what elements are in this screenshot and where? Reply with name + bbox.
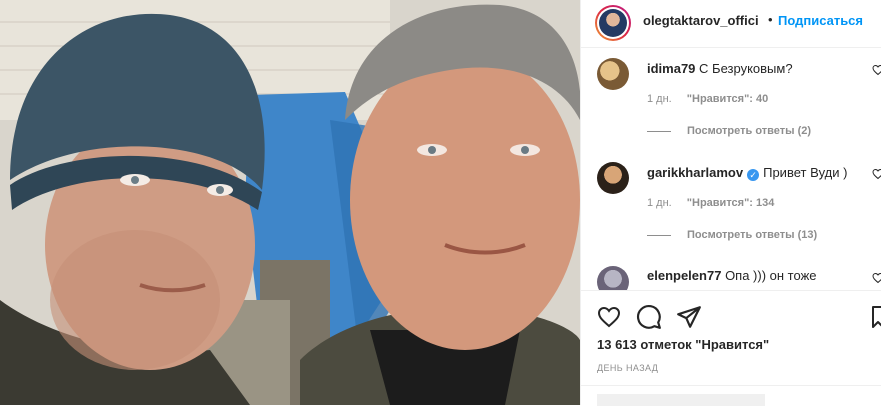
comment-text: Привет Вуди ) <box>763 165 848 180</box>
comment-like-heart-icon[interactable] <box>872 64 881 76</box>
comment-likes[interactable]: "Нравится": 40 <box>687 93 768 105</box>
add-comment-placeholder <box>597 394 837 406</box>
comment-username[interactable]: elenpelen77 <box>647 268 721 283</box>
comment-username[interactable]: garikkharlamov <box>647 165 743 180</box>
commenter-avatar[interactable] <box>597 266 629 290</box>
comment-likes[interactable]: "Нравится": 134 <box>687 197 775 209</box>
share-icon[interactable] <box>676 304 702 330</box>
follow-button[interactable]: Подписаться <box>778 13 863 28</box>
author-avatar[interactable] <box>595 5 631 41</box>
heart-icon[interactable] <box>596 305 622 329</box>
commenter-avatar[interactable] <box>597 162 629 194</box>
header-separator: • <box>768 12 773 27</box>
post-photo[interactable] <box>0 0 580 405</box>
likes-count[interactable]: 13 613 отметок "Нравится" <box>597 337 769 352</box>
commenter-avatar[interactable] <box>597 58 629 90</box>
author-username[interactable]: olegtaktarov_offici <box>643 13 759 28</box>
view-replies-button[interactable]: Посмотреть ответы (13) <box>647 229 817 241</box>
view-replies-label: Посмотреть ответы (2) <box>687 125 812 137</box>
comments-list[interactable]: idima79 С Безруковым? 1 дн. "Нравится": … <box>581 48 881 290</box>
post-photo-illustration <box>0 0 580 405</box>
replies-divider <box>647 130 671 132</box>
replies-divider <box>647 234 671 236</box>
post-header: olegtaktarov_offici • Подписаться <box>581 0 881 48</box>
view-replies-button[interactable]: Посмотреть ответы (2) <box>647 125 811 137</box>
post-side-panel: olegtaktarov_offici • Подписаться idima7… <box>580 0 881 406</box>
verified-badge-icon: ✓ <box>747 169 760 181</box>
comment-age: 1 дн. <box>647 93 672 105</box>
comment-age: 1 дн. <box>647 197 672 209</box>
bookmark-icon[interactable] <box>871 305 881 329</box>
view-replies-label: Посмотреть ответы (13) <box>687 229 818 241</box>
comment-text: С Безруковым? <box>699 61 793 76</box>
post-date[interactable]: ДЕНЬ НАЗАД <box>597 363 658 373</box>
comment-like-heart-icon[interactable] <box>872 272 881 284</box>
post-actions-bar <box>581 290 881 329</box>
comment-like-heart-icon[interactable] <box>872 168 881 180</box>
comment-icon[interactable] <box>636 304 662 330</box>
comment-username[interactable]: idima79 <box>647 61 695 76</box>
add-comment-area[interactable] <box>581 385 881 406</box>
comment-text: Опа ))) он тоже <box>725 268 817 283</box>
